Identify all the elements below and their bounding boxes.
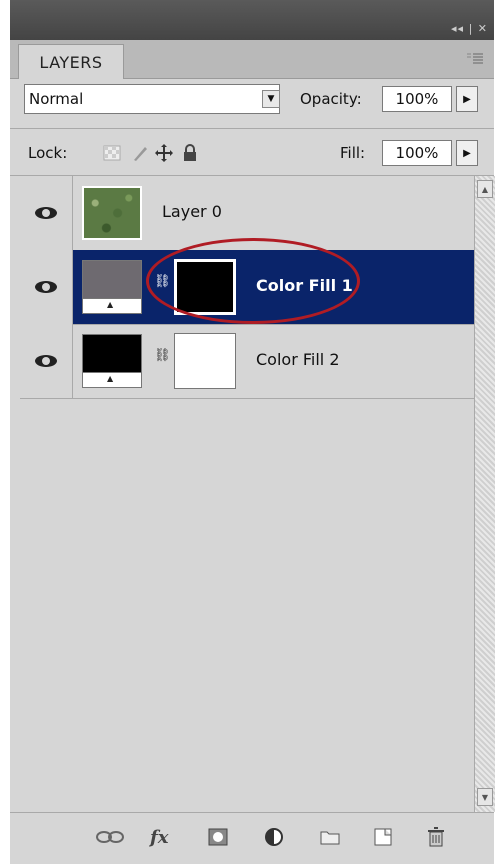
layer-name: Layer 0 — [162, 202, 222, 221]
panel-titlebar: ◂◂ | ✕ — [10, 0, 494, 40]
panel-tab-row: LAYERS — [10, 40, 494, 79]
new-layer-icon[interactable] — [374, 825, 392, 849]
lock-fill-row: Lock: Fill: 100% ▶ — [24, 136, 484, 170]
add-mask-icon[interactable] — [208, 825, 228, 849]
lock-brush-icon[interactable] — [130, 144, 150, 162]
lock-label: Lock: — [28, 144, 68, 162]
visibility-eye-icon[interactable] — [20, 176, 73, 250]
layers-list: Layer 0 ⛓ Color Fill 1 ⛓ Color Fill 2 — [20, 176, 474, 812]
opacity-label: Opacity: — [300, 90, 362, 108]
layer-mask-thumbnail[interactable] — [174, 333, 236, 389]
opacity-input[interactable]: 100% — [382, 86, 452, 112]
visibility-eye-icon[interactable] — [20, 250, 73, 324]
panel-menu-icon[interactable] — [466, 52, 484, 66]
fill-thumbnail — [82, 334, 142, 388]
collapse-close-controls[interactable]: ◂◂ | ✕ — [451, 22, 488, 35]
layer-name: Color Fill 1 — [256, 276, 353, 295]
scroll-down-icon[interactable]: ▼ — [477, 788, 493, 806]
scroll-up-icon[interactable]: ▲ — [477, 180, 493, 198]
fx-icon[interactable]: fx — [150, 825, 168, 849]
blend-opacity-row: Normal ▼ Opacity: 100% ▶ — [24, 84, 484, 118]
lock-all-icon[interactable] — [180, 144, 200, 162]
adjustment-layer-icon[interactable] — [264, 825, 284, 849]
panel-bottom-bar: fx — [10, 812, 494, 864]
new-group-icon[interactable] — [320, 825, 340, 849]
fill-input[interactable]: 100% — [382, 140, 452, 166]
layer-row-color-fill-1[interactable]: ⛓ Color Fill 1 — [20, 250, 474, 325]
fill-arrow-button[interactable]: ▶ — [456, 140, 478, 166]
layer-mask-thumbnail[interactable] — [174, 259, 236, 315]
layers-scrollbar[interactable]: ▲ ▼ — [474, 176, 495, 812]
fill-thumbnail — [82, 260, 142, 314]
lock-move-icon[interactable] — [154, 144, 174, 162]
layers-panel: ◂◂ | ✕ LAYERS Normal ▼ Opacity: 100% ▶ L… — [10, 0, 495, 864]
tab-layers[interactable]: LAYERS — [18, 44, 124, 79]
chevron-down-icon[interactable]: ▼ — [262, 90, 280, 108]
visibility-eye-icon[interactable] — [20, 324, 73, 398]
opacity-arrow-button[interactable]: ▶ — [456, 86, 478, 112]
fill-label: Fill: — [340, 144, 366, 162]
layer-row-color-fill-2[interactable]: ⛓ Color Fill 2 — [20, 324, 474, 399]
layer-row-layer-0[interactable]: Layer 0 — [20, 176, 474, 251]
blend-mode-select[interactable]: Normal ▼ — [24, 84, 280, 114]
link-chain-icon[interactable]: ⛓ — [154, 348, 171, 368]
link-chain-icon[interactable]: ⛓ — [154, 274, 171, 294]
trash-icon[interactable] — [428, 825, 444, 849]
layer-name: Color Fill 2 — [256, 350, 340, 369]
blend-mode-value: Normal — [29, 90, 84, 108]
link-layers-icon[interactable] — [96, 825, 124, 849]
lock-transparent-icon[interactable] — [102, 144, 122, 162]
layer-thumbnail — [82, 186, 142, 240]
divider — [10, 128, 494, 129]
